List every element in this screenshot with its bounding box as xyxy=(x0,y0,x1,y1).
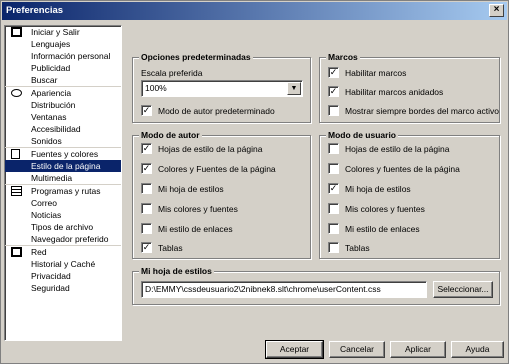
author-mode-default-checkbox[interactable]: ✓ xyxy=(141,105,152,116)
frames-group: Marcos ✓ Habilitar marcos ✓ Habilitar ma… xyxy=(319,52,500,123)
chevron-down-icon[interactable]: ▼ xyxy=(287,82,301,95)
user-option-label: Hojas de estilo de la página xyxy=(345,144,450,154)
nav-item-lenguajes[interactable]: Lenguajes xyxy=(5,38,121,50)
nav-item-ventanas[interactable]: Ventanas xyxy=(5,111,121,123)
author-option-label: Mis colores y fuentes xyxy=(158,204,238,214)
nav-item-privacidad[interactable]: Privacidad xyxy=(5,270,121,282)
user-checkbox[interactable] xyxy=(328,223,339,234)
stylesheet-path-field[interactable]: D:\EMMY\cssdeusuario2\2nibnek8.slt\chrom… xyxy=(141,281,427,298)
close-icon[interactable]: × xyxy=(489,4,504,17)
nav-item-navegador-preferido[interactable]: Navegador preferido xyxy=(5,233,121,245)
author-mode-default-label: Modo de autor predeterminado xyxy=(158,106,275,116)
nav-item-multimedia[interactable]: Multimedia xyxy=(5,172,121,184)
preferences-dialog: Preferencias × Iniciar y Salir Lenguajes… xyxy=(0,0,509,364)
author-checkbox[interactable]: ✓ xyxy=(141,143,152,154)
defaults-group: Opciones predeterminadas Escala preferid… xyxy=(132,52,311,123)
nav-item-seguridad[interactable]: Seguridad xyxy=(5,282,121,294)
nav-group-fonts: Fuentes y colores Estilo de la página Mu… xyxy=(5,147,121,184)
nav-item-historial-y-cache[interactable]: Historial y Caché xyxy=(5,258,121,270)
nested-frames-checkbox[interactable]: ✓ xyxy=(328,86,339,97)
nav-item-accesibilidad[interactable]: Accesibilidad xyxy=(5,123,121,135)
nav-item-red[interactable]: Red xyxy=(5,246,121,258)
user-option-label: Colores y fuentes de la página xyxy=(345,164,460,174)
user-option-label: Mi hoja de estilos xyxy=(345,184,411,194)
nav-item-fuentes-y-colores[interactable]: Fuentes y colores xyxy=(5,148,121,160)
author-option-label: Tablas xyxy=(158,243,183,253)
author-option-label: Mi estilo de enlaces xyxy=(158,224,233,234)
author-option-label: Colores y Fuentes de la página xyxy=(158,164,276,174)
user-checkbox[interactable] xyxy=(328,143,339,154)
user-mode-group-title: Modo de usuario xyxy=(326,130,398,141)
user-mode-group: Modo de usuario Hojas de estilo de la pá… xyxy=(319,130,500,259)
nav-group-programs: Programas y rutas Correo Noticias Tipos … xyxy=(5,184,121,245)
user-checkbox[interactable] xyxy=(328,242,339,253)
nav-item-distribucion[interactable]: Distribución xyxy=(5,99,121,111)
nav-group-network: Red Historial y Caché Privacidad Segurid… xyxy=(5,245,121,294)
author-checkbox[interactable] xyxy=(141,183,152,194)
author-option-label: Hojas de estilo de la página xyxy=(158,144,263,154)
nav-item-noticias[interactable]: Noticias xyxy=(5,209,121,221)
nav-item-sonidos[interactable]: Sonidos xyxy=(5,135,121,147)
user-option-label: Tablas xyxy=(345,243,370,253)
nav-item-correo[interactable]: Correo xyxy=(5,197,121,209)
category-tree: Iniciar y Salir Lenguajes Información pe… xyxy=(4,25,122,341)
nav-group-appearance: Apariencia Distribución Ventanas Accesib… xyxy=(5,86,121,147)
select-stylesheet-button[interactable]: Seleccionar... xyxy=(433,281,493,298)
frames-option-label: Habilitar marcos xyxy=(345,68,407,78)
author-checkbox[interactable] xyxy=(141,203,152,214)
author-checkbox[interactable]: ✓ xyxy=(141,242,152,253)
author-mode-group: Modo de autor ✓ Hojas de estilo de la pá… xyxy=(132,130,311,259)
frames-group-title: Marcos xyxy=(326,52,360,63)
scale-label: Escala preferida xyxy=(141,68,203,78)
stylesheet-group-title: Mi hoja de estilos xyxy=(139,266,214,277)
nav-item-iniciar-y-salir[interactable]: Iniciar y Salir xyxy=(5,26,121,38)
user-checkbox[interactable]: ✓ xyxy=(328,183,339,194)
defaults-group-title: Opciones predeterminadas xyxy=(139,52,253,63)
apply-button[interactable]: Aplicar xyxy=(390,341,446,358)
nav-item-apariencia[interactable]: Apariencia xyxy=(5,87,121,99)
help-button[interactable]: Ayuda xyxy=(451,341,504,358)
author-mode-group-title: Modo de autor xyxy=(139,130,202,141)
frames-checkbox[interactable]: ✓ xyxy=(328,67,339,78)
user-option-label: Mis colores y fuentes xyxy=(345,204,425,214)
frame-borders-checkbox[interactable] xyxy=(328,105,339,116)
stylesheet-group: Mi hoja de estilos D:\EMMY\cssdeusuario2… xyxy=(132,266,500,305)
author-checkbox[interactable]: ✓ xyxy=(141,163,152,174)
nav-item-programas-y-rutas[interactable]: Programas y rutas xyxy=(5,185,121,197)
author-option-label: Mi hoja de estilos xyxy=(158,184,224,194)
title-bar: Preferencias × xyxy=(2,2,507,20)
nav-item-informacion-personal[interactable]: Información personal xyxy=(5,50,121,62)
user-checkbox[interactable] xyxy=(328,163,339,174)
scale-select[interactable]: 100% ▼ xyxy=(141,80,303,97)
user-option-label: Mi estilo de enlaces xyxy=(345,224,420,234)
scale-value: 100% xyxy=(145,83,167,93)
cancel-button[interactable]: Cancelar xyxy=(329,341,385,358)
author-checkbox[interactable] xyxy=(141,223,152,234)
user-checkbox[interactable] xyxy=(328,203,339,214)
nav-item-buscar[interactable]: Buscar xyxy=(5,74,121,86)
window-title: Preferencias xyxy=(6,5,64,16)
nav-group-startup: Iniciar y Salir Lenguajes Información pe… xyxy=(5,26,121,86)
nav-item-estilo-de-la-pagina[interactable]: Estilo de la página xyxy=(5,160,121,172)
nav-item-tipos-de-archivo[interactable]: Tipos de archivo xyxy=(5,221,121,233)
nav-item-publicidad[interactable]: Publicidad xyxy=(5,62,121,74)
nested-frames-option-label: Habilitar marcos anidados xyxy=(345,87,444,97)
accept-button[interactable]: Aceptar xyxy=(265,340,324,359)
frame-borders-option-label: Mostrar siempre bordes del marco activo xyxy=(345,106,500,116)
